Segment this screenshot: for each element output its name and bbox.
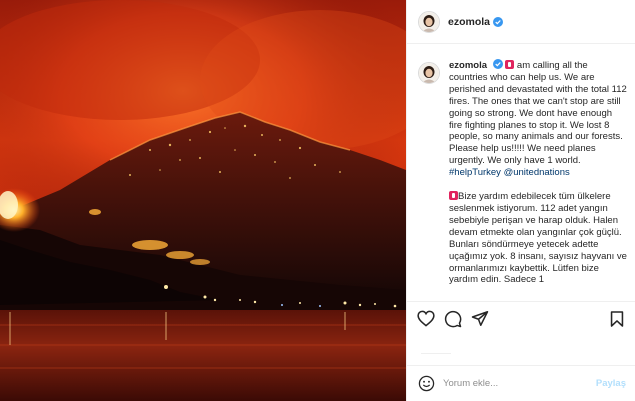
caption-en-text: am calling all the countries who can hel… <box>449 60 627 167</box>
caption-text: ezomola am calling all the countries who… <box>449 59 627 301</box>
instagram-post: ezomola ezomola am calling all the count… <box>0 0 635 401</box>
emoji-icon[interactable] <box>418 375 435 392</box>
divider <box>421 353 451 354</box>
verified-badge-icon <box>493 16 504 27</box>
post-header: ezomola <box>407 0 635 44</box>
profile-photo <box>419 63 439 83</box>
post-username[interactable]: ezomola <box>448 16 490 28</box>
mention-link[interactable]: @unitednations <box>504 167 570 178</box>
share-comment-button[interactable]: Paylaş <box>596 378 626 389</box>
heart-icon[interactable] <box>417 310 435 327</box>
comment-input[interactable] <box>443 378 573 389</box>
alert-emoji-icon <box>505 60 515 69</box>
caption-tr: Bize yardım edebilecek tüm ülkelere sesl… <box>449 191 627 286</box>
caption-username[interactable]: ezomola <box>449 60 487 71</box>
avatar[interactable] <box>418 10 440 33</box>
post-image[interactable] <box>0 0 406 401</box>
post-actions <box>407 301 635 341</box>
hashtag-link[interactable]: #helpTurkey <box>449 167 501 178</box>
comment-bar: Paylaş <box>407 365 635 401</box>
caption-avatar[interactable] <box>418 62 440 84</box>
caption-en: ezomola am calling all the countries who… <box>449 59 627 179</box>
profile-photo <box>419 11 439 32</box>
alert-emoji-icon <box>449 191 458 201</box>
comment-icon[interactable] <box>444 310 462 328</box>
post-caption: ezomola am calling all the countries who… <box>418 59 630 301</box>
post-sidebar: ezomola ezomola am calling all the count… <box>406 0 635 401</box>
bookmark-icon[interactable] <box>610 310 624 328</box>
wildfire-photo <box>0 0 406 401</box>
verified-badge-icon <box>492 59 503 69</box>
share-icon[interactable] <box>471 310 489 327</box>
caption-tr-text: Bize yardım edebilecek tüm ülkelere sesl… <box>449 191 627 286</box>
